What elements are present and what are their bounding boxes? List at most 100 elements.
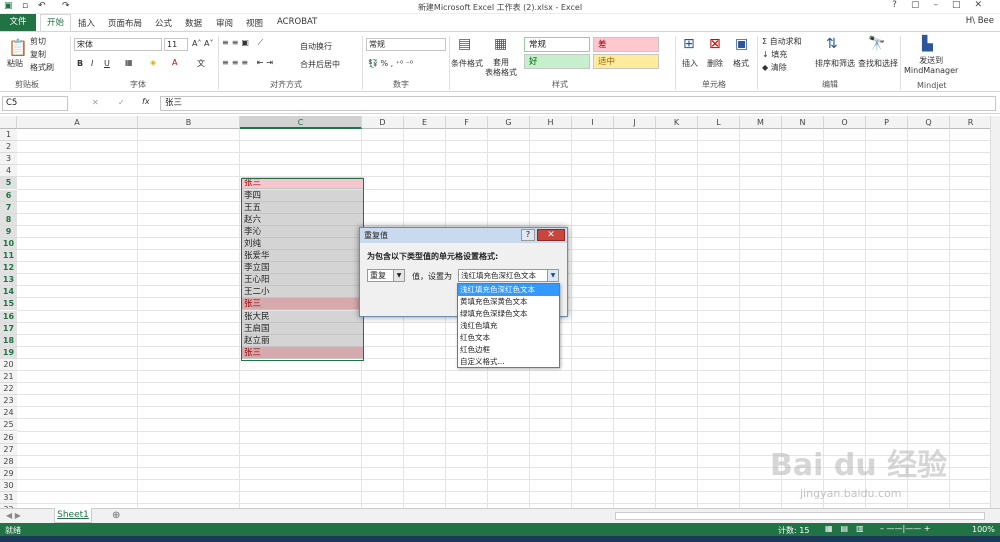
row-header[interactable]: 15 <box>0 298 17 311</box>
column-header[interactable]: A <box>17 116 138 129</box>
tab-home[interactable]: 开始 <box>40 14 72 31</box>
row-header[interactable]: 6 <box>0 189 17 202</box>
format-option[interactable]: 浅红色填充 <box>458 320 559 332</box>
column-header[interactable]: K <box>656 116 698 129</box>
column-header[interactable]: D <box>362 116 404 129</box>
row-header[interactable]: 26 <box>0 431 17 444</box>
row-header[interactable]: 4 <box>0 165 17 178</box>
column-header[interactable]: Q <box>908 116 950 129</box>
row-header[interactable]: 30 <box>0 479 17 492</box>
wrap-text-button[interactable]: 自动换行 <box>300 41 332 52</box>
row-header[interactable]: 8 <box>0 213 17 226</box>
select-all-corner[interactable] <box>0 116 17 129</box>
column-header[interactable]: L <box>698 116 740 129</box>
row-header[interactable]: 27 <box>0 443 17 456</box>
column-header[interactable]: C <box>240 116 362 129</box>
column-header[interactable]: E <box>404 116 446 129</box>
row-header[interactable]: 3 <box>0 153 17 166</box>
row-header[interactable]: 29 <box>0 467 17 480</box>
merge-center-button[interactable]: 合并后居中 <box>300 59 340 70</box>
view-buttons[interactable]: ▦▤▥ <box>825 524 872 533</box>
row-header[interactable]: 31 <box>0 492 17 505</box>
style-good[interactable]: 好 <box>524 54 590 69</box>
sort-filter-button[interactable]: 排序和筛选 <box>815 58 855 69</box>
find-select-button[interactable]: 查找和选择 <box>858 58 898 69</box>
clear-button[interactable]: ◆ 清除 <box>762 62 787 73</box>
mindmanager-icon[interactable]: ▙ <box>922 36 933 52</box>
horizontal-align-icons[interactable]: ≡≡≡ ⇤⇥ <box>222 58 276 67</box>
row-header[interactable]: 18 <box>0 334 17 347</box>
close-icon[interactable]: ✕ <box>537 229 565 241</box>
chevron-down-icon[interactable]: ▼ <box>547 270 558 281</box>
delete-cells-icon[interactable]: ⊠ <box>709 36 721 52</box>
row-header[interactable]: 16 <box>0 310 17 323</box>
column-header[interactable]: F <box>446 116 488 129</box>
chevron-down-icon[interactable]: ▼ <box>393 270 404 281</box>
format-table-button[interactable]: 套用 表格格式 <box>485 58 517 78</box>
format-table-icon[interactable]: ▦ <box>494 36 507 52</box>
format-option[interactable]: 黄填充色深黄色文本 <box>458 296 559 308</box>
font-size-select[interactable]: 11 <box>164 38 188 51</box>
row-header[interactable]: 28 <box>0 455 17 468</box>
cut-button[interactable]: 剪切 <box>30 36 46 47</box>
border-icon[interactable]: ▦ <box>125 58 133 67</box>
row-header[interactable]: 10 <box>0 237 17 250</box>
column-header[interactable]: R <box>950 116 990 129</box>
sheet-tab-sheet1[interactable]: Sheet1 <box>54 508 92 523</box>
row-header[interactable]: 17 <box>0 322 17 335</box>
tab-formulas[interactable]: 公式 <box>155 17 172 29</box>
formula-input[interactable]: 张三 <box>160 96 996 111</box>
font-color-icon[interactable]: A <box>172 58 177 67</box>
row-header[interactable]: 25 <box>0 419 17 432</box>
style-normal[interactable]: 常规 <box>524 37 590 52</box>
row-header[interactable]: 14 <box>0 286 17 299</box>
conditional-format-icon[interactable]: ▤ <box>458 36 471 52</box>
new-sheet-icon[interactable]: ⊕ <box>112 510 120 521</box>
number-format-icons[interactable]: 💱 % , ⁺⁰ ⁻⁰ <box>368 59 413 68</box>
column-header[interactable]: G <box>488 116 530 129</box>
copy-button[interactable]: 复制 <box>30 49 46 60</box>
insert-cells-icon[interactable]: ⊞ <box>683 36 695 52</box>
fill-button[interactable]: ↓ 填充 <box>762 49 787 60</box>
format-option[interactable]: 红色边框 <box>458 344 559 356</box>
tab-acrobat[interactable]: ACROBAT <box>277 17 317 27</box>
conditional-format-button[interactable]: 条件格式 <box>451 58 483 69</box>
zoom-slider[interactable]: – ——|—— + <box>880 524 930 533</box>
format-select[interactable]: 浅红填充色深红色文本 ▼ <box>458 269 559 282</box>
row-header[interactable]: 12 <box>0 262 17 275</box>
horizontal-scrollbar[interactable] <box>615 512 985 520</box>
row-header[interactable]: 9 <box>0 225 17 238</box>
tab-data[interactable]: 数据 <box>185 17 202 29</box>
delete-cells-button[interactable]: 删除 <box>707 58 723 69</box>
help-icon[interactable]: ? <box>521 229 535 241</box>
row-header[interactable]: 20 <box>0 358 17 371</box>
format-painter-button[interactable]: 格式刷 <box>30 62 54 73</box>
fill-color-icon[interactable]: ◈ <box>150 58 156 67</box>
row-header[interactable]: 22 <box>0 383 17 396</box>
insert-function-icon[interactable]: fx <box>142 97 150 106</box>
tab-review[interactable]: 审阅 <box>216 17 233 29</box>
column-header[interactable]: H <box>530 116 572 129</box>
insert-cells-button[interactable]: 插入 <box>682 58 698 69</box>
row-header[interactable]: 19 <box>0 346 17 359</box>
column-header[interactable]: B <box>138 116 240 129</box>
column-header[interactable]: M <box>740 116 782 129</box>
zoom-level[interactable]: 100% <box>972 525 995 534</box>
bold-button[interactable]: B <box>77 59 83 68</box>
find-select-icon[interactable]: 🔭 <box>868 36 885 52</box>
row-header[interactable]: 24 <box>0 407 17 420</box>
format-option[interactable]: 红色文本 <box>458 332 559 344</box>
name-box[interactable]: C5 <box>2 96 68 111</box>
format-option[interactable]: 绿填充色深绿色文本 <box>458 308 559 320</box>
sheet-nav-arrows[interactable]: ◀ ▶ <box>6 511 21 520</box>
window-controls[interactable]: ?▢–□✕ <box>892 0 996 10</box>
tab-file[interactable]: 文件 <box>0 14 36 31</box>
font-grow-icon[interactable]: A˄ A˅ <box>192 39 214 48</box>
column-header[interactable]: O <box>824 116 866 129</box>
number-format-select[interactable]: 常规 <box>366 38 446 51</box>
column-header[interactable]: P <box>866 116 908 129</box>
italic-button[interactable]: I <box>91 59 93 68</box>
paste-button[interactable]: 粘贴 <box>7 58 23 69</box>
row-header[interactable]: 11 <box>0 250 17 263</box>
tab-insert[interactable]: 插入 <box>78 17 95 29</box>
